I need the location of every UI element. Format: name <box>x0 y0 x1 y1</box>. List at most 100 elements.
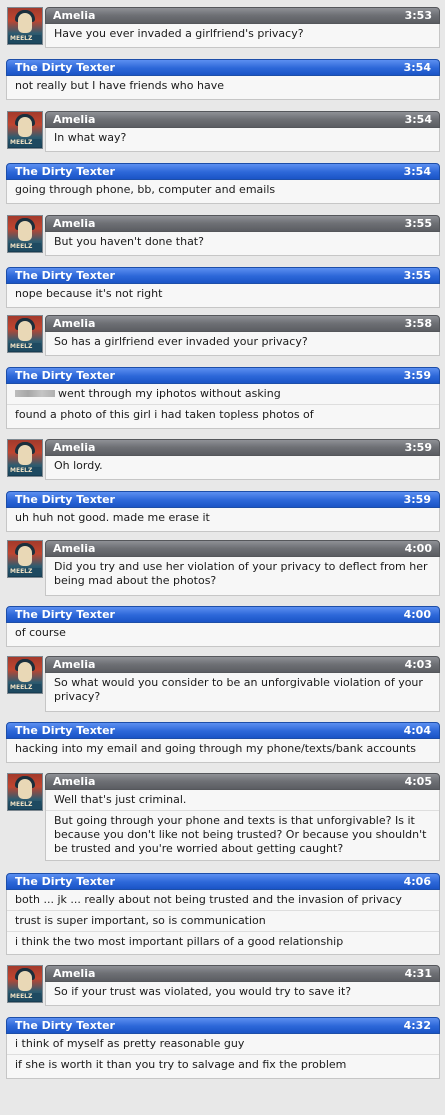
message-texter: The Dirty Texter 4:00 of course <box>6 606 440 647</box>
message-header: The Dirty Texter 4:00 <box>6 606 440 623</box>
message-body: In what way? <box>45 128 440 152</box>
timestamp: 4:31 <box>404 967 432 980</box>
message-body: But you haven't done that? <box>45 232 440 256</box>
message-body: both ... jk ... really about not being t… <box>6 890 440 955</box>
avatar: MEELZ <box>7 439 43 477</box>
redacted-text <box>15 389 55 397</box>
message-body: going through phone, bb, computer and em… <box>6 180 440 204</box>
message-line: But you haven't done that? <box>54 235 204 248</box>
message-texter: The Dirty Texter 3:59 went through my iph… <box>6 367 440 429</box>
sender-name: Amelia <box>53 317 96 330</box>
message-texter: The Dirty Texter 4:32 i think of myself a… <box>6 1017 440 1079</box>
message-line: trust is super important, so is communic… <box>7 910 439 931</box>
sender-name: The Dirty Texter <box>15 875 115 888</box>
message-amelia: MEELZ Amelia 4:31 So if your trust was vi… <box>7 965 440 1006</box>
message-line: hacking into my email and going through … <box>15 742 417 755</box>
message-amelia: MEELZ Amelia 4:05 Well that's just crimin… <box>7 773 440 861</box>
avatar: MEELZ <box>7 215 43 253</box>
avatar: MEELZ <box>7 773 43 811</box>
sender-name: Amelia <box>53 113 96 126</box>
avatar: MEELZ <box>7 965 43 1003</box>
message-texter: The Dirty Texter 4:06 both ... jk ... rea… <box>6 873 440 955</box>
message-body: uh huh not good. made me erase it <box>6 508 440 532</box>
message-header: The Dirty Texter 4:06 <box>6 873 440 890</box>
sender-name: Amelia <box>53 217 96 230</box>
timestamp: 3:59 <box>403 493 431 506</box>
sender-name: The Dirty Texter <box>15 608 115 621</box>
message-amelia: MEELZ Amelia 3:58 So has a girlfriend eve… <box>7 315 440 356</box>
sender-name: The Dirty Texter <box>15 369 115 382</box>
timestamp: 4:05 <box>404 775 432 788</box>
sender-name: Amelia <box>53 441 96 454</box>
message-body: Did you try and use her violation of you… <box>45 557 440 596</box>
avatar: MEELZ <box>7 7 43 45</box>
message-body: So if your trust was violated, you would… <box>45 982 440 1006</box>
sender-name: The Dirty Texter <box>15 1019 115 1032</box>
message-line: found a photo of this girl i had taken t… <box>7 404 439 425</box>
message-header: Amelia 3:53 <box>45 7 440 24</box>
message-amelia: MEELZ Amelia 3:53 Have you ever invaded a… <box>7 7 440 48</box>
message-line: not really but I have friends who have <box>15 79 224 92</box>
avatar: MEELZ <box>7 111 43 149</box>
message-body: So what would you consider to be an unfo… <box>45 673 440 712</box>
message-header: The Dirty Texter 3:54 <box>6 163 440 180</box>
message-body: of course <box>6 623 440 647</box>
message-texter: The Dirty Texter 4:04 hacking into my ema… <box>6 722 440 763</box>
message-line: Well that's just criminal. <box>54 793 187 806</box>
timestamp: 4:00 <box>404 542 432 555</box>
message-line: So has a girlfriend ever invaded your pr… <box>54 335 308 348</box>
timestamp: 4:03 <box>404 658 432 671</box>
message-line: Did you try and use her violation of you… <box>54 560 428 587</box>
avatar: MEELZ <box>7 540 43 578</box>
message-header: Amelia 3:54 <box>45 111 440 128</box>
sender-name: Amelia <box>53 658 96 671</box>
message-line: both ... jk ... really about not being t… <box>15 893 402 906</box>
timestamp: 3:54 <box>403 61 431 74</box>
message-header: Amelia 4:31 <box>45 965 440 982</box>
timestamp: 4:32 <box>403 1019 431 1032</box>
message-texter: The Dirty Texter 3:54 going through phone… <box>6 163 440 204</box>
avatar: MEELZ <box>7 315 43 353</box>
avatar: MEELZ <box>7 656 43 694</box>
message-texter: The Dirty Texter 3:59 uh huh not good. ma… <box>6 491 440 532</box>
message-line: nope because it's not right <box>15 287 163 300</box>
message-header: Amelia 3:55 <box>45 215 440 232</box>
timestamp: 3:55 <box>404 217 432 230</box>
timestamp: 3:53 <box>404 9 432 22</box>
message-body: Oh lordy. <box>45 456 440 480</box>
message-line: So if your trust was violated, you would… <box>54 985 352 998</box>
sender-name: The Dirty Texter <box>15 269 115 282</box>
message-line: So what would you consider to be an unfo… <box>54 676 423 703</box>
timestamp: 4:00 <box>403 608 431 621</box>
message-header: Amelia 3:58 <box>45 315 440 332</box>
message-header: The Dirty Texter 3:54 <box>6 59 440 76</box>
message-body: went through my iphotos without asking f… <box>6 384 440 429</box>
message-header: Amelia 3:59 <box>45 439 440 456</box>
sender-name: Amelia <box>53 967 96 980</box>
message-amelia: MEELZ Amelia 3:54 In what way? <box>7 111 440 152</box>
message-line: went through my iphotos without asking <box>7 384 439 404</box>
sender-name: The Dirty Texter <box>15 61 115 74</box>
timestamp: 3:54 <box>403 165 431 178</box>
timestamp: 3:54 <box>404 113 432 126</box>
message-line: But going through your phone and texts i… <box>46 810 439 859</box>
message-amelia: MEELZ Amelia 3:55 But you haven't done th… <box>7 215 440 256</box>
timestamp: 3:59 <box>403 369 431 382</box>
message-line: Oh lordy. <box>54 459 103 472</box>
message-line: i think the two most important pillars o… <box>7 931 439 952</box>
sender-name: Amelia <box>53 542 96 555</box>
message-line: going through phone, bb, computer and em… <box>15 183 276 196</box>
timestamp: 3:55 <box>403 269 431 282</box>
message-header: Amelia 4:03 <box>45 656 440 673</box>
message-line: if she is worth it than you try to salva… <box>7 1054 439 1075</box>
message-header: The Dirty Texter 4:04 <box>6 722 440 739</box>
message-header: The Dirty Texter 3:55 <box>6 267 440 284</box>
timestamp: 4:06 <box>403 875 431 888</box>
message-body: hacking into my email and going through … <box>6 739 440 763</box>
message-amelia: MEELZ Amelia 4:00 Did you try and use her… <box>7 540 440 596</box>
sender-name: Amelia <box>53 9 96 22</box>
message-texter: The Dirty Texter 3:54 not really but I ha… <box>6 59 440 100</box>
message-amelia: MEELZ Amelia 3:59 Oh lordy. <box>7 439 440 480</box>
message-header: The Dirty Texter 4:32 <box>6 1017 440 1034</box>
message-body: Well that's just criminal. But going thr… <box>45 790 440 861</box>
